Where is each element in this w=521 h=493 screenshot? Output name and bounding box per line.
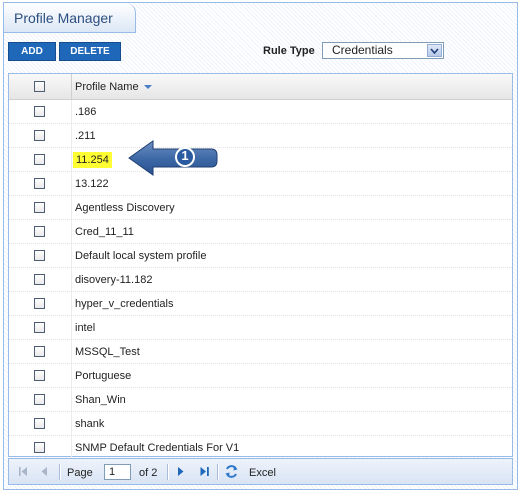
profile-name-cell[interactable]: Shan_Win — [75, 394, 126, 406]
table-row[interactable]: Portuguese — [9, 364, 512, 388]
row-checkbox[interactable] — [34, 274, 45, 285]
table-row[interactable]: MSSQL_Test — [9, 340, 512, 364]
row-checkbox-cell — [9, 316, 72, 339]
add-button[interactable]: ADD — [8, 42, 56, 61]
excel-export-link[interactable]: Excel — [249, 467, 276, 479]
profile-name-cell[interactable]: .211 — [75, 130, 96, 142]
profile-name-cell[interactable]: disovery-11.182 — [75, 274, 152, 286]
row-checkbox[interactable] — [34, 178, 45, 189]
profile-name-column-header[interactable]: Profile Name — [75, 81, 152, 93]
table-row[interactable]: .211 — [9, 124, 512, 148]
profile-name-cell[interactable]: Cred_11_11 — [75, 226, 134, 238]
select-all-cell — [9, 74, 72, 99]
row-checkbox-cell — [9, 220, 72, 243]
profile-name-cell[interactable]: Agentless Discovery — [75, 202, 175, 214]
callout-arrow: 1 — [127, 138, 219, 178]
pager-separator — [59, 464, 61, 480]
last-page-icon[interactable] — [199, 466, 210, 480]
pager-separator — [167, 464, 169, 480]
row-checkbox-cell — [9, 412, 72, 435]
pagination-toolbar: Page 1 of 2 Excel — [8, 458, 513, 485]
grid-header: Profile Name — [9, 74, 512, 100]
profile-name-cell[interactable]: intel — [75, 322, 95, 334]
rule-type-value: Credentials — [332, 43, 393, 57]
row-checkbox-cell — [9, 268, 72, 291]
table-row[interactable]: Cred_11_11 — [9, 220, 512, 244]
row-checkbox-cell — [9, 340, 72, 363]
table-row[interactable]: Default local system profile — [9, 244, 512, 268]
panel-title-tab[interactable]: Profile Manager — [4, 3, 136, 33]
profile-name-cell[interactable]: shank — [75, 418, 104, 430]
table-row[interactable]: 13.122 — [9, 172, 512, 196]
profile-name-cell[interactable]: 13.122 — [75, 178, 109, 190]
refresh-icon[interactable] — [224, 464, 239, 482]
row-checkbox-cell — [9, 388, 72, 411]
profile-name-cell[interactable]: 11.254 — [73, 152, 112, 168]
row-checkbox-cell — [9, 436, 72, 459]
table-row[interactable]: SNMP Default Credentials For V1 — [9, 436, 512, 460]
row-checkbox[interactable] — [34, 322, 45, 333]
row-checkbox[interactable] — [34, 298, 45, 309]
row-checkbox[interactable] — [34, 202, 45, 213]
row-checkbox[interactable] — [34, 370, 45, 381]
row-checkbox-cell — [9, 124, 72, 147]
select-all-checkbox[interactable] — [34, 81, 45, 92]
row-checkbox[interactable] — [34, 106, 45, 117]
table-row[interactable]: intel — [9, 316, 512, 340]
rule-type-label: Rule Type — [263, 45, 315, 57]
profile-name-cell[interactable]: hyper_v_credentials — [75, 298, 173, 310]
profiles-grid: Profile Name .186 .211 11.254 13.122 Agentle… — [8, 73, 513, 460]
row-checkbox[interactable] — [34, 130, 45, 141]
row-checkbox[interactable] — [34, 394, 45, 405]
delete-button[interactable]: DELETE — [59, 42, 121, 61]
page-count-label: of 2 — [139, 467, 158, 479]
table-row[interactable]: hyper_v_credentials — [9, 292, 512, 316]
pager-separator — [217, 464, 219, 480]
page-label: Page — [67, 467, 93, 479]
profile-name-cell[interactable]: .186 — [75, 106, 96, 118]
table-row[interactable]: disovery-11.182 — [9, 268, 512, 292]
grid-rows: .186 .211 11.254 13.122 Agentless Discovery C… — [9, 100, 512, 460]
table-row[interactable]: 11.254 — [9, 148, 512, 172]
previous-page-icon[interactable] — [39, 466, 50, 480]
row-checkbox-cell — [9, 196, 72, 219]
next-page-icon[interactable] — [175, 466, 186, 480]
callout-number: 1 — [181, 148, 189, 163]
toolbar: ADD DELETE Rule Type Credentials — [4, 33, 517, 65]
chevron-down-icon[interactable] — [427, 44, 442, 57]
profile-name-cell[interactable]: MSSQL_Test — [75, 346, 140, 358]
row-checkbox[interactable] — [34, 442, 45, 453]
table-row[interactable]: .186 — [9, 100, 512, 124]
sort-desc-icon — [143, 85, 152, 90]
row-checkbox-cell — [9, 148, 72, 171]
row-checkbox-cell — [9, 244, 72, 267]
row-checkbox-cell — [9, 292, 72, 315]
rule-type-select[interactable]: Credentials — [322, 42, 444, 59]
panel-title: Profile Manager — [14, 10, 113, 26]
first-page-icon[interactable] — [18, 466, 29, 480]
profile-name-cell[interactable]: Portuguese — [75, 370, 131, 382]
row-checkbox-cell — [9, 172, 72, 195]
page-number-input[interactable]: 1 — [104, 464, 131, 480]
column-header-label: Profile Name — [75, 81, 139, 93]
table-row[interactable]: shank — [9, 412, 512, 436]
row-checkbox[interactable] — [34, 226, 45, 237]
row-checkbox-cell — [9, 100, 72, 123]
row-checkbox[interactable] — [34, 250, 45, 261]
table-row[interactable]: Shan_Win — [9, 388, 512, 412]
row-checkbox[interactable] — [34, 154, 45, 165]
row-checkbox-cell — [9, 364, 72, 387]
profile-name-cell[interactable]: SNMP Default Credentials For V1 — [75, 442, 239, 454]
row-checkbox[interactable] — [34, 418, 45, 429]
row-checkbox[interactable] — [34, 346, 45, 357]
profile-name-cell[interactable]: Default local system profile — [75, 250, 206, 262]
table-row[interactable]: Agentless Discovery — [9, 196, 512, 220]
profile-manager-panel: Profile Manager ADD DELETE Rule Type Cre… — [3, 2, 518, 490]
